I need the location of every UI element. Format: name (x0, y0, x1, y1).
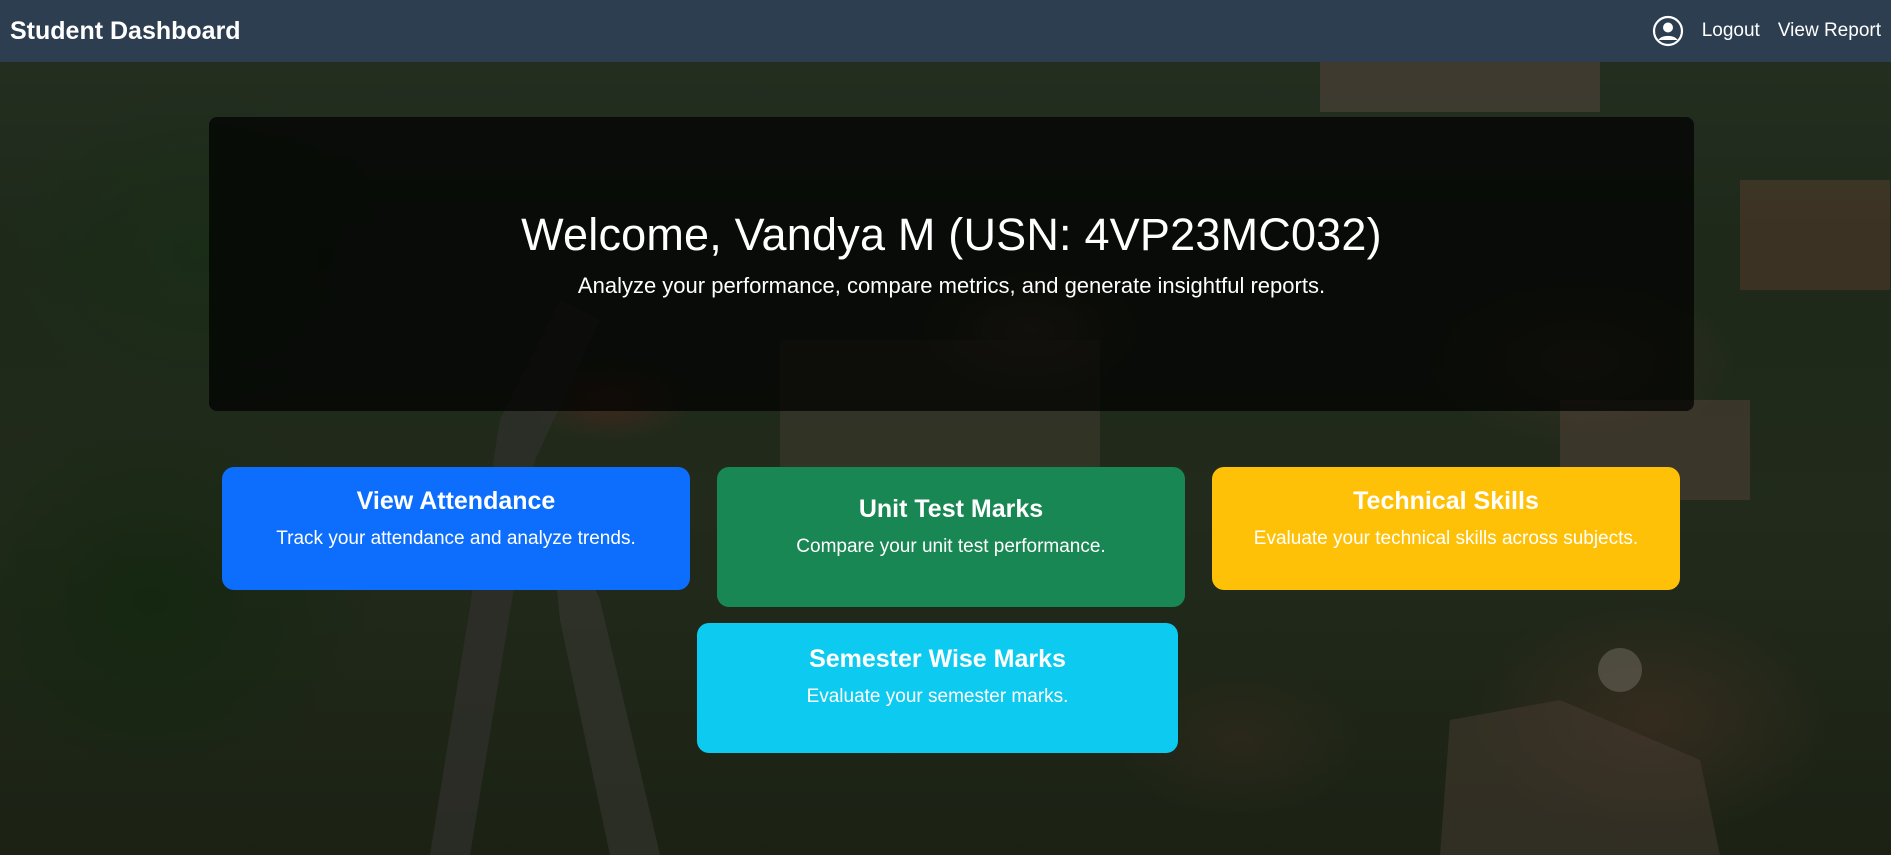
card-description: Evaluate your technical skills across su… (1253, 528, 1639, 549)
top-navbar: Student Dashboard Logout View Report (0, 0, 1891, 62)
welcome-banner: Welcome, Vandya M (USN: 4VP23MC032) Anal… (209, 117, 1694, 411)
card-description: Compare your unit test performance. (796, 536, 1106, 557)
welcome-title: Welcome, Vandya M (USN: 4VP23MC032) (521, 209, 1382, 260)
welcome-subtitle: Analyze your performance, compare metric… (577, 273, 1326, 298)
card-description: Evaluate your semester marks. (806, 686, 1069, 707)
user-circle-icon[interactable] (1652, 15, 1684, 47)
card-title: Semester Wise Marks (809, 645, 1066, 673)
semester-wise-marks-card[interactable]: Semester Wise Marks Evaluate your semest… (697, 623, 1178, 753)
card-title: Unit Test Marks (858, 495, 1044, 523)
view-report-link[interactable]: View Report (1778, 20, 1881, 42)
unit-test-marks-card[interactable]: Unit Test Marks Compare your unit test p… (717, 467, 1185, 607)
technical-skills-card[interactable]: Technical Skills Evaluate your technical… (1212, 467, 1680, 590)
card-description: Track your attendance and analyze trends… (276, 528, 636, 549)
view-attendance-card[interactable]: View Attendance Track your attendance an… (222, 467, 690, 590)
card-title: View Attendance (356, 487, 556, 515)
logout-link[interactable]: Logout (1702, 20, 1760, 42)
brand-title[interactable]: Student Dashboard (10, 17, 241, 46)
card-title: Technical Skills (1353, 487, 1539, 515)
navbar-actions: Logout View Report (1652, 15, 1881, 47)
